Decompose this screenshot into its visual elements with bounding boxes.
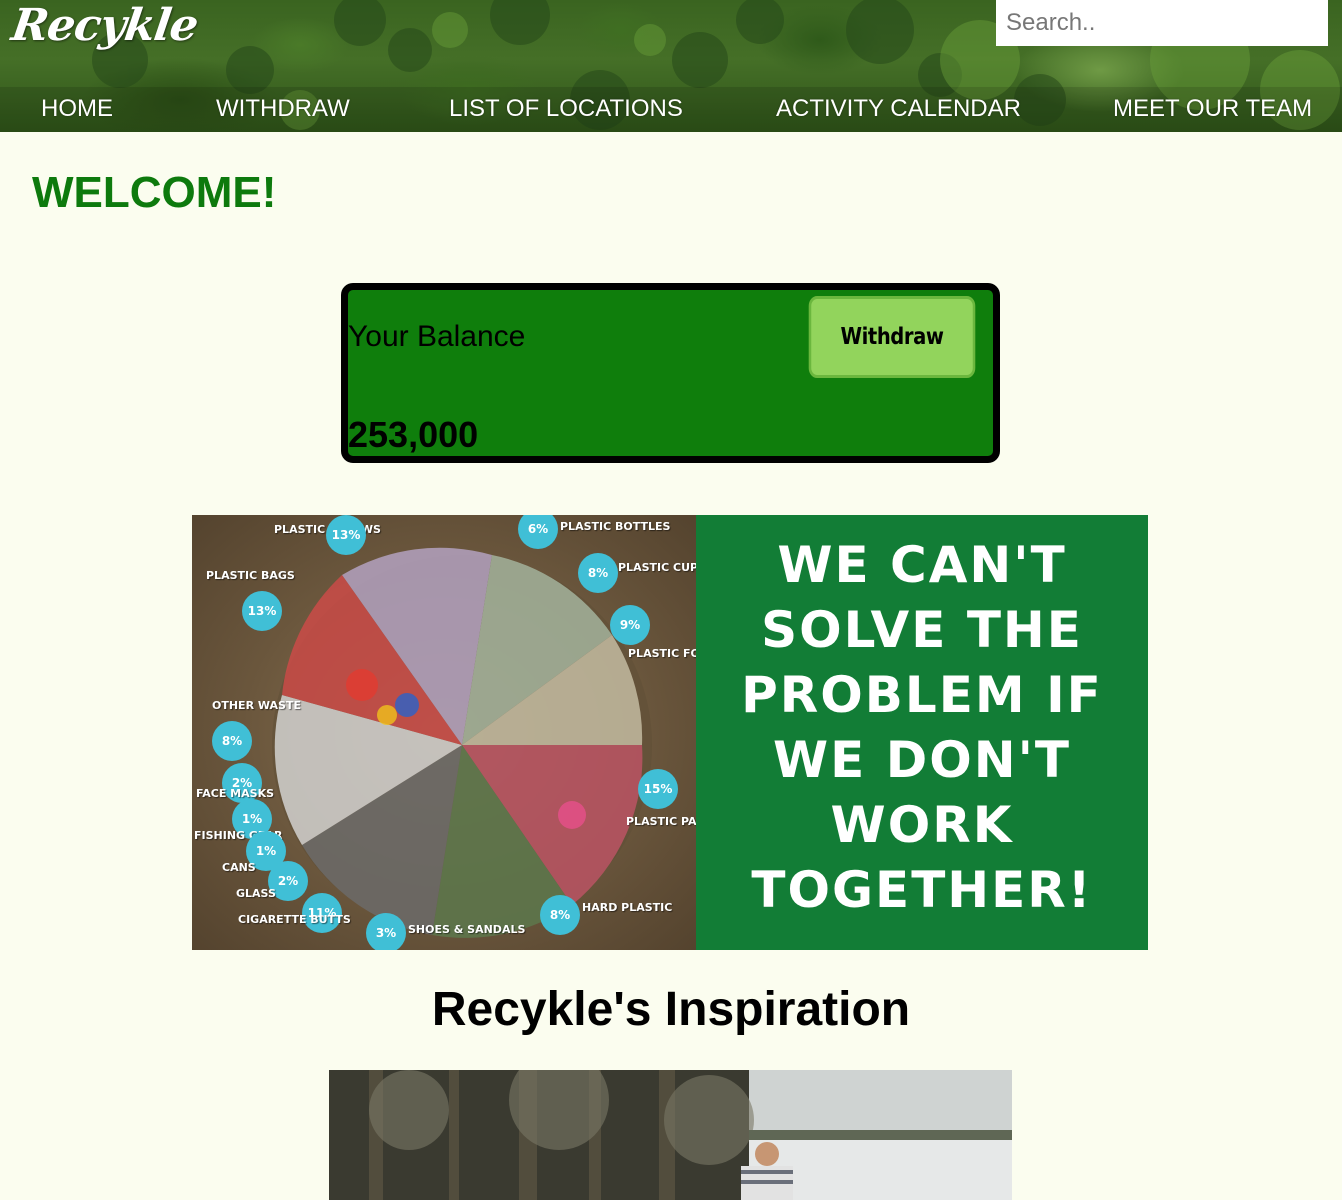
- site-logo[interactable]: Recykle: [8, 0, 200, 51]
- slogan-text: WE CAN'T SOLVE THE PROBLEM IF WE DON'T W…: [696, 533, 1148, 923]
- balance-label: Your Balance: [348, 320, 526, 353]
- withdraw-button[interactable]: Withdraw: [808, 296, 976, 378]
- nav-home[interactable]: HOME: [41, 95, 113, 123]
- segment-label-plastic-bottles: PLASTIC BOTTLES: [560, 520, 671, 533]
- search-input[interactable]: [996, 0, 1328, 46]
- slogan-line: SOLVE THE: [761, 601, 1083, 659]
- segment-label-other-waste: OTHER WASTE: [212, 699, 301, 712]
- slogan-line: TOGETHER!: [751, 861, 1093, 919]
- segment-label-hard-plastic: HARD PLASTIC: [582, 901, 673, 914]
- segment-percent-plastic-packaging: 15%: [638, 769, 678, 809]
- balance-card: Your Balance 253,000 Withdraw: [341, 283, 1000, 463]
- segment-label-glass: GLASS: [236, 887, 276, 900]
- waste-pie-image: PLASTIC STRAWS 13% 6% PLASTIC BOTTLES 8%…: [192, 515, 788, 950]
- segment-percent-other-waste: 8%: [212, 721, 252, 761]
- segment-label-cans: CANS: [222, 861, 256, 874]
- slogan-line: WE DON'T: [773, 731, 1071, 789]
- segment-percent-plastic-bags: 13%: [242, 591, 282, 631]
- segment-percent-shoes-sandals: 3%: [366, 913, 406, 950]
- segment-label-plastic-cups: PLASTIC CUPS: [618, 561, 706, 574]
- welcome-heading: WELCOME!: [32, 168, 277, 217]
- slogan-line: WE CAN'T: [777, 536, 1067, 594]
- slogan-panel: WE CAN'T SOLVE THE PROBLEM IF WE DON'T W…: [696, 515, 1148, 950]
- nav-activity-calendar[interactable]: ACTIVITY CALENDAR: [776, 95, 1021, 123]
- segment-percent-plastic-food-takeaway: 9%: [610, 605, 650, 645]
- inspiration-photo: [329, 1070, 1012, 1200]
- inspiration-heading: Recykle's Inspiration: [431, 983, 911, 1036]
- slogan-line: PROBLEM IF: [741, 666, 1103, 724]
- main-nav: HOME WITHDRAW LIST OF LOCATIONS ACTIVITY…: [0, 87, 1342, 132]
- slogan-line: WORK: [830, 796, 1014, 854]
- segment-label-shoes-sandals: SHOES & SANDALS: [408, 923, 526, 936]
- segment-percent-hard-plastic: 8%: [540, 895, 580, 935]
- nav-meet-our-team[interactable]: MEET OUR TEAM: [1113, 95, 1312, 123]
- nav-withdraw[interactable]: WITHDRAW: [216, 95, 350, 123]
- inspiration-photo-illustration: [329, 1070, 1012, 1200]
- segment-label-face-masks: FACE MASKS: [196, 787, 275, 800]
- waste-infographic-banner: PLASTIC STRAWS 13% 6% PLASTIC BOTTLES 8%…: [192, 515, 1148, 950]
- nav-list-of-locations[interactable]: LIST OF LOCATIONS: [449, 95, 683, 123]
- segment-percent-plastic-cups: 8%: [578, 553, 618, 593]
- segment-percent-plastic-straws: 13%: [326, 515, 366, 555]
- site-header: Recykle HOME WITHDRAW LIST OF LOCATIONS …: [0, 0, 1342, 132]
- segment-label-cigarette-butts: CIGARETTE BUTTS: [238, 913, 351, 926]
- segment-label-plastic-bags: PLASTIC BAGS: [206, 569, 295, 582]
- balance-amount: 253,000: [348, 414, 479, 455]
